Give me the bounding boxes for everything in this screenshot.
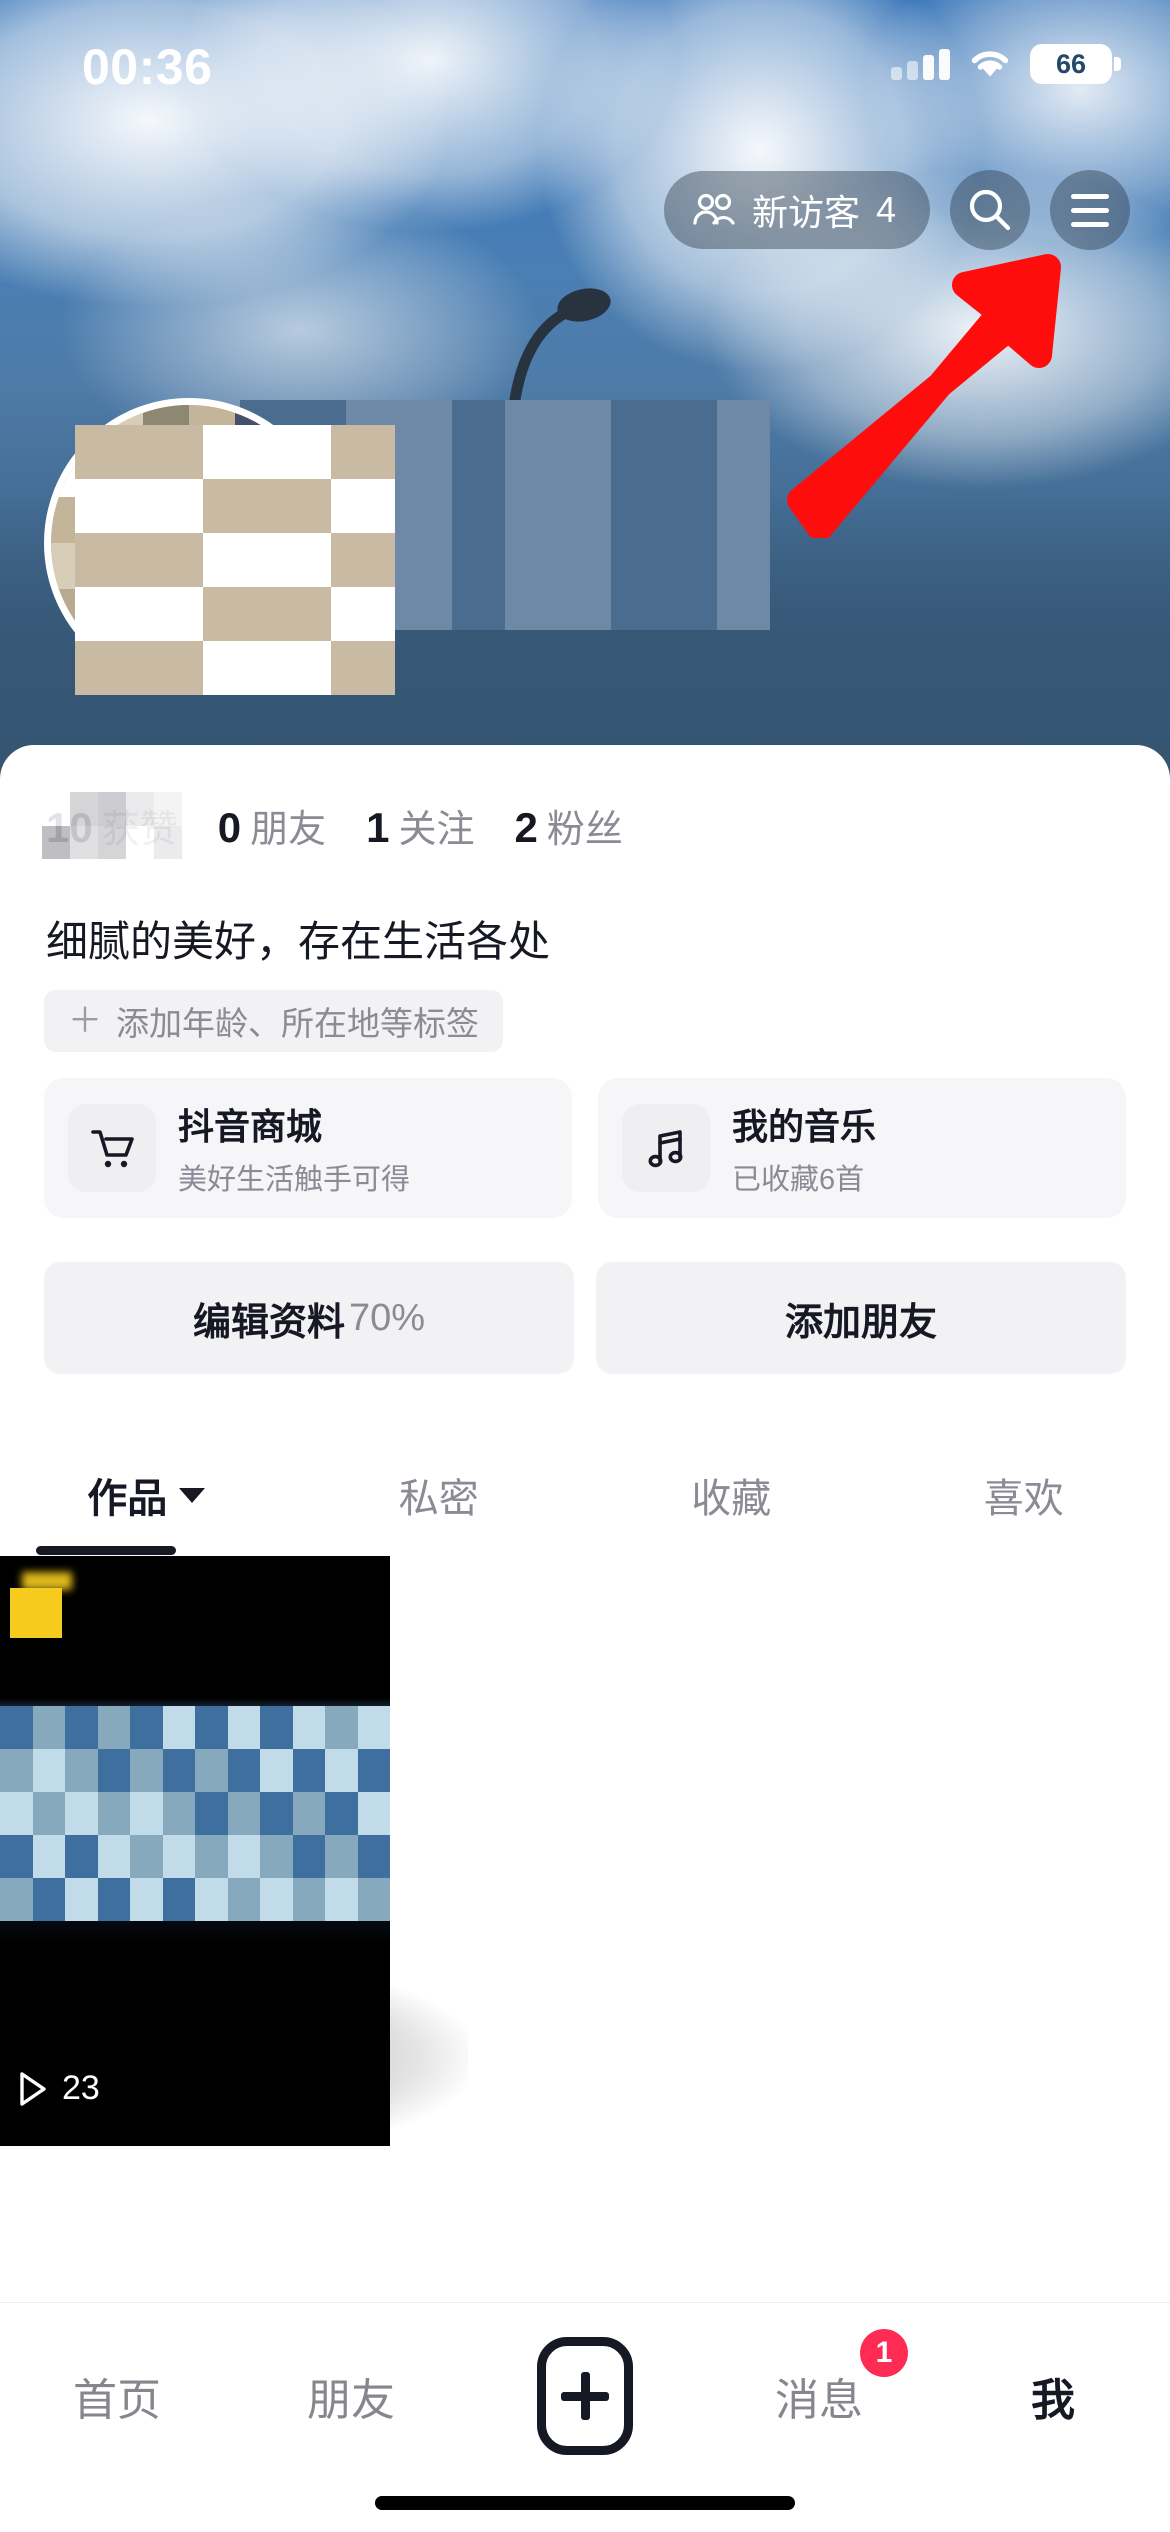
stat-friends-label: 朋友 — [250, 809, 327, 851]
nav-item-me[interactable]: 我 — [936, 2341, 1170, 2451]
tab-likes-label: 喜欢 — [983, 1477, 1064, 1521]
stat-likes[interactable]: 10 获赞 — [42, 792, 182, 859]
video-play-count: 23 — [16, 2069, 100, 2108]
new-visitors-label: 新访客 — [751, 192, 860, 233]
messages-badge: 1 — [860, 2329, 908, 2377]
new-visitors-count: 4 — [875, 189, 896, 230]
stat-followers-label: 粉丝 — [546, 809, 623, 851]
profile-stats-row: 10 获赞 0 朋友 1 关注 2 粉丝 — [42, 792, 623, 859]
profile-bio[interactable]: 细腻的美好，存在生活各处 — [46, 908, 550, 969]
battery-level-text: 66 — [1055, 48, 1087, 79]
douyin-mall-card[interactable]: 抖音商城 美好生活触手可得 — [44, 1078, 572, 1218]
nav-item-messages-label: 消息 — [775, 2376, 863, 2425]
video-grid: 23 — [0, 1556, 1170, 2146]
entry-cards-row: 抖音商城 美好生活触手可得 我的音乐 已收藏6首 — [44, 1078, 1126, 1218]
edit-profile-button[interactable]: 编辑资料 70% — [44, 1262, 574, 1374]
video-play-count-value: 23 — [62, 2069, 100, 2107]
search-icon — [969, 189, 1011, 231]
play-triangle-icon — [20, 2071, 46, 2106]
hamburger-menu-icon — [1071, 193, 1109, 227]
menu-button[interactable] — [1050, 170, 1130, 250]
active-tab-indicator — [36, 1546, 176, 1555]
status-bar-clock: 00:36 — [82, 39, 213, 95]
plus-icon: ＋ — [68, 1002, 102, 1040]
douyin-profile-screen: 00:36 66 新访客 4 0 朋友 1 关注 2 粉丝 细腻的美好，存在生活… — [0, 0, 1170, 2532]
tab-works[interactable]: 作品 — [0, 1440, 293, 1550]
music-note-icon — [622, 1104, 710, 1192]
home-indicator — [375, 2496, 795, 2510]
add-friend-button[interactable]: 添加朋友 — [596, 1262, 1126, 1374]
add-tags-label: 添加年龄、所在地等标签 — [116, 1005, 479, 1042]
nav-item-messages[interactable]: 消息 1 — [702, 2329, 936, 2451]
my-music-title: 我的音乐 — [732, 1106, 877, 1147]
stat-following-count: 1 — [366, 804, 390, 851]
new-visitors-button[interactable]: 新访客 4 — [663, 171, 930, 249]
people-icon — [693, 193, 735, 225]
tab-favorites[interactable]: 收藏 — [585, 1440, 878, 1550]
nav-item-friends-label: 朋友 — [307, 2376, 395, 2425]
video-thumbnail-cell[interactable]: 23 — [0, 1556, 390, 2146]
stat-following-label: 关注 — [398, 809, 475, 851]
edit-profile-percent: 70% — [348, 1296, 426, 1339]
douyin-mall-subtitle: 美好生活触手可得 — [178, 1164, 411, 1196]
douyin-mall-title: 抖音商城 — [178, 1106, 323, 1147]
search-button[interactable] — [950, 170, 1030, 250]
video-mosaic-overlay — [0, 1706, 390, 1921]
stat-friends-count: 0 — [217, 804, 242, 851]
stat-followers-count: 2 — [514, 804, 538, 851]
tab-private[interactable]: 私密 — [293, 1440, 586, 1550]
tab-private-label: 私密 — [398, 1477, 479, 1521]
nav-item-home-label: 首页 — [73, 2376, 161, 2425]
stat-mosaic-overlay — [42, 792, 182, 859]
nav-item-create[interactable] — [468, 2337, 702, 2455]
stat-friends[interactable]: 0 朋友 — [218, 798, 326, 853]
signal-bars-icon — [891, 48, 950, 80]
video-thumbnail-photo — [0, 1706, 390, 1921]
stat-followers[interactable]: 2 粉丝 — [514, 798, 622, 853]
nav-item-home[interactable]: 首页 — [0, 2341, 234, 2451]
profile-action-row: 编辑资料 70% 添加朋友 — [44, 1262, 1126, 1374]
my-music-card[interactable]: 我的音乐 已收藏6首 — [598, 1078, 1126, 1218]
wifi-icon — [971, 51, 1009, 77]
add-tags-button[interactable]: ＋ 添加年龄、所在地等标签 — [44, 990, 503, 1052]
edit-profile-label: 编辑资料 — [192, 1301, 345, 1344]
tab-likes[interactable]: 喜欢 — [878, 1440, 1170, 1550]
shopping-cart-icon — [68, 1104, 156, 1192]
status-bar: 00:36 66 — [0, 0, 1170, 110]
cover-action-row: 新访客 4 — [663, 170, 1130, 250]
chevron-down-icon — [179, 1487, 206, 1503]
nav-item-me-label: 我 — [1031, 2376, 1075, 2425]
status-bar-indicators: 66 — [891, 44, 1121, 84]
add-friend-label: 添加朋友 — [784, 1301, 937, 1344]
blurred-avatar-mosaic — [75, 425, 395, 695]
my-music-subtitle: 已收藏6首 — [732, 1164, 865, 1196]
tab-favorites-label: 收藏 — [691, 1477, 772, 1521]
nav-item-friends[interactable]: 朋友 — [234, 2341, 468, 2451]
tab-works-label: 作品 — [87, 1477, 168, 1521]
content-tabs: 作品 私密 收藏 喜欢 — [0, 1440, 1170, 1550]
plus-icon — [537, 2337, 633, 2455]
video-badge — [10, 1588, 62, 1638]
stat-following[interactable]: 1 关注 — [366, 798, 474, 853]
battery-indicator: 66 — [1030, 44, 1121, 84]
